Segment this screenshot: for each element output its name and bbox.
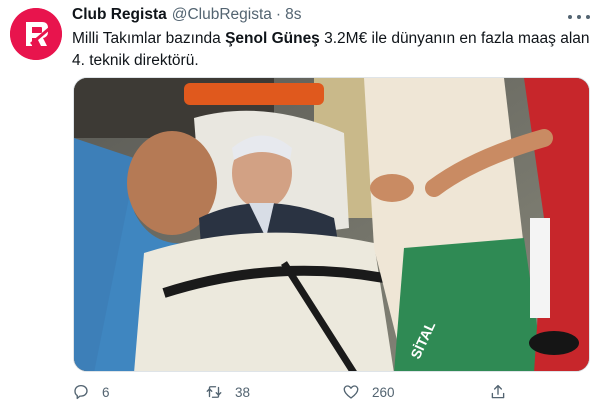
tweet[interactable]: Club Regista @ClubRegista · 8s Milli Tak… xyxy=(0,0,600,410)
photo-stretcher-scene: SİTAL xyxy=(74,78,589,371)
share-button[interactable] xyxy=(489,379,507,405)
tweet-photo[interactable]: SİTAL xyxy=(73,77,590,372)
tweet-actions: 6 38 260 xyxy=(72,379,512,405)
avatar[interactable] xyxy=(10,8,62,60)
retweet-icon xyxy=(206,386,222,398)
separator-dot: · xyxy=(275,6,282,23)
share-icon xyxy=(491,384,505,399)
timestamp[interactable]: 8s xyxy=(285,6,301,24)
club-regista-logo-icon xyxy=(10,8,62,60)
display-name[interactable]: Club Regista xyxy=(72,6,167,24)
retweet-count: 38 xyxy=(235,384,251,400)
tweet-text-mention: Şenol Güneş xyxy=(225,30,320,47)
retweet-button[interactable]: 38 xyxy=(205,379,250,405)
tweet-header: Club Regista @ClubRegista · 8s xyxy=(72,6,301,28)
reply-count: 6 xyxy=(102,384,110,400)
heart-icon xyxy=(343,385,359,399)
more-options-icon[interactable] xyxy=(568,12,590,22)
tweet-text: Milli Takımlar bazında Şenol Güneş 3.2M€… xyxy=(72,28,592,72)
like-button[interactable]: 260 xyxy=(342,379,395,405)
user-handle[interactable]: @ClubRegista xyxy=(172,6,272,24)
reply-icon xyxy=(74,384,88,400)
reply-button[interactable]: 6 xyxy=(72,379,110,405)
tweet-text-before: Milli Takımlar bazında xyxy=(72,30,226,47)
like-count: 260 xyxy=(372,384,395,400)
